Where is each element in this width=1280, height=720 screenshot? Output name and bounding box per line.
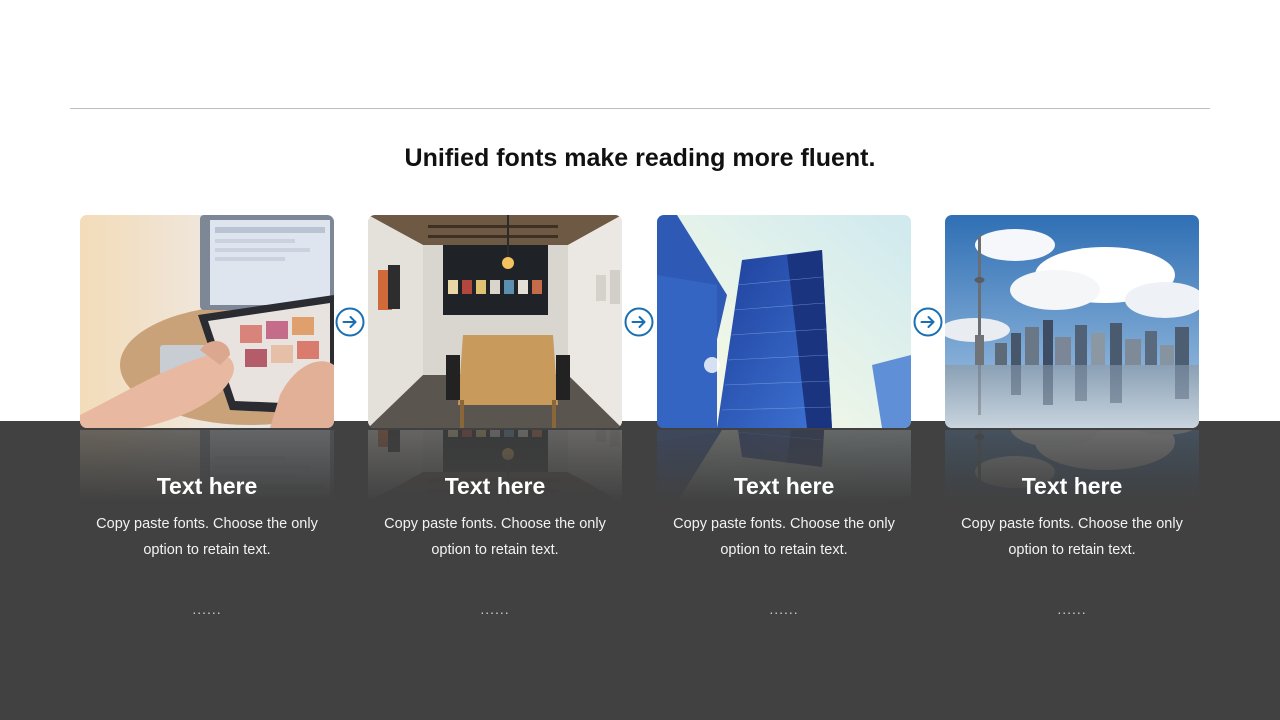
column-description: Copy paste fonts. Choose the only option… bbox=[961, 516, 1183, 558]
column-title: Text here bbox=[444, 473, 546, 499]
column-3: Text here Copy paste fonts. Choose the o… bbox=[657, 472, 911, 617]
column-2: Text here Copy paste fonts. Choose the o… bbox=[368, 472, 622, 617]
ellipsis-dots: ...... bbox=[1057, 601, 1087, 617]
slide-heading: Unified fonts make reading more fluent. bbox=[404, 144, 876, 172]
skyscraper-photo bbox=[657, 215, 911, 428]
ellipsis-dots: ...... bbox=[480, 601, 510, 617]
column-title: Text here bbox=[156, 473, 258, 499]
column-1: Text here Copy paste fonts. Choose the o… bbox=[80, 472, 334, 617]
column-title: Text here bbox=[1021, 473, 1123, 499]
city-skyline-photo bbox=[945, 215, 1199, 428]
ellipsis-dots: ...... bbox=[769, 601, 799, 617]
ellipsis-dots: ...... bbox=[192, 601, 222, 617]
arrow-right-circle-icon bbox=[335, 307, 365, 337]
arrow-right-circle-icon bbox=[624, 307, 654, 337]
arrow-right-circle-icon bbox=[913, 307, 943, 337]
column-description: Copy paste fonts. Choose the only option… bbox=[96, 516, 318, 558]
tablet-photo bbox=[80, 215, 334, 428]
gallery-room-photo bbox=[368, 215, 622, 428]
top-divider bbox=[70, 108, 1210, 109]
column-title: Text here bbox=[733, 473, 835, 499]
column-4: Text here Copy paste fonts. Choose the o… bbox=[945, 472, 1199, 617]
column-description: Copy paste fonts. Choose the only option… bbox=[673, 516, 895, 558]
column-description: Copy paste fonts. Choose the only option… bbox=[384, 516, 606, 558]
